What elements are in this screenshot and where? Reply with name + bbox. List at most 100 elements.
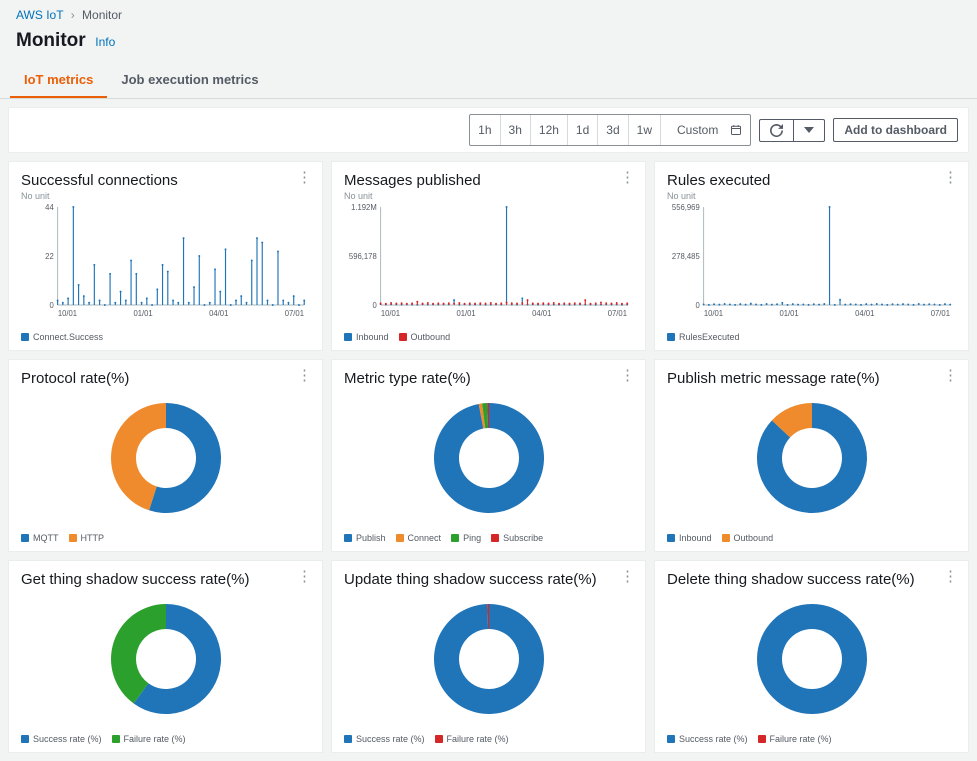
legend-swatch (344, 333, 352, 341)
donut-chart (101, 594, 231, 724)
breadcrumb-root[interactable]: AWS IoT (16, 8, 63, 22)
tab-iot-metrics[interactable]: IoT metrics (10, 62, 107, 98)
legend-item: MQTT (21, 533, 59, 543)
card-unit-label: No unit (667, 191, 956, 201)
legend-swatch (435, 735, 443, 743)
line-chart: 0596,1781.192M10/0101/0104/0107/01 (344, 203, 633, 323)
card-conn: Successful connections⋮No unit0224410/01… (8, 161, 323, 351)
legend-item: Subscribe (491, 533, 543, 543)
card-title: Delete thing shadow success rate(%) (667, 571, 956, 588)
card-menu-button[interactable]: ⋮ (943, 368, 958, 383)
legend-swatch (112, 735, 120, 743)
chart-container (344, 590, 633, 728)
svg-text:01/01: 01/01 (133, 309, 152, 318)
chart-container (667, 590, 956, 728)
legend: RulesExecuted (667, 332, 956, 342)
refresh-button[interactable] (759, 119, 794, 142)
card-rules: Rules executed⋮No unit0278,485556,96910/… (654, 161, 969, 351)
legend-label: MQTT (33, 533, 59, 543)
range-3h[interactable]: 3h (500, 115, 530, 145)
toolbar: 1h 3h 12h 1d 3d 1w Custom Add to dashboa… (8, 107, 969, 153)
range-1w[interactable]: 1w (628, 115, 660, 145)
legend-swatch (399, 333, 407, 341)
legend: Connect.Success (21, 332, 310, 342)
legend-item: Failure rate (%) (758, 734, 832, 744)
legend: InboundOutbound (344, 332, 633, 342)
legend-label: Failure rate (%) (447, 734, 509, 744)
legend-label: HTTP (81, 533, 105, 543)
svg-text:04/01: 04/01 (855, 309, 874, 318)
card-menu-button[interactable]: ⋮ (620, 170, 635, 185)
card-title: Get thing shadow success rate(%) (21, 571, 310, 588)
legend-swatch (491, 534, 499, 542)
card-title: Update thing shadow success rate(%) (344, 571, 633, 588)
legend-swatch (667, 333, 675, 341)
refresh-dropdown-button[interactable] (794, 119, 825, 142)
card-menu-button[interactable]: ⋮ (297, 170, 312, 185)
svg-text:04/01: 04/01 (209, 309, 228, 318)
legend: MQTT HTTP (21, 533, 310, 543)
svg-text:0: 0 (372, 301, 377, 310)
legend-label: Inbound (679, 533, 712, 543)
range-3d[interactable]: 3d (597, 115, 627, 145)
card-unit-label: No unit (344, 191, 633, 201)
card-menu-button[interactable]: ⋮ (620, 569, 635, 584)
line-chart: 0278,485556,96910/0101/0104/0107/01 (667, 203, 956, 323)
tab-job-execution-metrics[interactable]: Job execution metrics (107, 62, 272, 98)
svg-text:07/01: 07/01 (608, 309, 627, 318)
tabs: IoT metrics Job execution metrics (0, 62, 977, 99)
svg-text:07/01: 07/01 (931, 309, 950, 318)
legend-label: Failure rate (%) (770, 734, 832, 744)
legend-label: Subscribe (503, 533, 543, 543)
svg-text:10/01: 10/01 (58, 309, 77, 318)
card-proto: Protocol rate(%)⋮ MQTT HTTP (8, 359, 323, 552)
time-range-selector: 1h 3h 12h 1d 3d 1w Custom (469, 114, 751, 146)
legend-swatch (344, 735, 352, 743)
legend-label: Ping (463, 533, 481, 543)
legend-swatch (722, 534, 730, 542)
range-1h[interactable]: 1h (470, 115, 499, 145)
card-menu-button[interactable]: ⋮ (297, 368, 312, 383)
card-menu-button[interactable]: ⋮ (620, 368, 635, 383)
donut-chart (747, 594, 877, 724)
svg-text:10/01: 10/01 (381, 309, 400, 318)
svg-text:0: 0 (695, 301, 700, 310)
legend-item: RulesExecuted (667, 332, 740, 342)
card-metrictype: Metric type rate(%)⋮PublishConnectPingSu… (331, 359, 646, 552)
legend-swatch (344, 534, 352, 542)
refresh-icon (770, 124, 783, 137)
legend-item: Success rate (%) (21, 734, 102, 744)
legend-item: Outbound (722, 533, 774, 543)
card-title: Successful connections (21, 172, 310, 189)
donut-chart (101, 393, 231, 523)
svg-text:07/01: 07/01 (285, 309, 304, 318)
range-12h[interactable]: 12h (530, 115, 567, 145)
range-custom[interactable]: Custom (660, 115, 750, 145)
legend-label: Success rate (%) (356, 734, 425, 744)
legend-swatch (69, 534, 77, 542)
svg-text:1.192M: 1.192M (351, 203, 377, 212)
add-to-dashboard-button[interactable]: Add to dashboard (833, 118, 958, 142)
card-msg: Messages published⋮No unit0596,1781.192M… (331, 161, 646, 351)
legend-item: Ping (451, 533, 481, 543)
line-chart: 0224410/0101/0104/0107/01 (21, 203, 310, 323)
page-header: Monitor Info (0, 26, 977, 62)
legend-label: Failure rate (%) (124, 734, 186, 744)
legend-swatch (21, 333, 29, 341)
card-menu-button[interactable]: ⋮ (943, 170, 958, 185)
card-title: Protocol rate(%) (21, 370, 310, 387)
svg-text:10/01: 10/01 (704, 309, 723, 318)
chart-container (667, 389, 956, 527)
legend-swatch (396, 534, 404, 542)
info-link[interactable]: Info (95, 35, 115, 49)
card-menu-button[interactable]: ⋮ (943, 569, 958, 584)
svg-text:22: 22 (45, 252, 54, 261)
range-1d[interactable]: 1d (567, 115, 597, 145)
metric-grid: Successful connections⋮No unit0224410/01… (0, 161, 977, 761)
range-custom-label: Custom (669, 119, 726, 141)
card-menu-button[interactable]: ⋮ (297, 569, 312, 584)
svg-text:278,485: 278,485 (672, 252, 700, 261)
calendar-icon (730, 124, 742, 136)
card-unit-label: No unit (21, 191, 310, 201)
svg-text:596,178: 596,178 (349, 252, 377, 261)
